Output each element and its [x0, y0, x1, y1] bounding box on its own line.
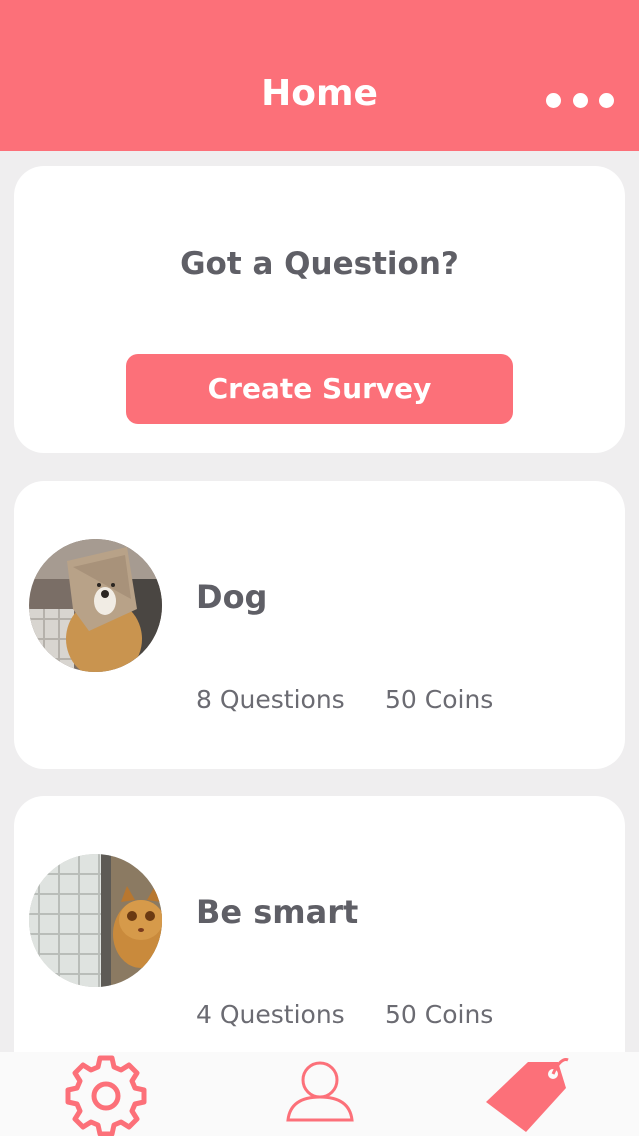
ellipsis-icon — [546, 92, 561, 108]
tag-icon — [486, 1058, 569, 1132]
survey-avatar-dog — [29, 539, 162, 672]
survey-question-count: 8 Questions — [196, 685, 345, 714]
gear-icon — [65, 1055, 147, 1136]
person-icon — [286, 1061, 354, 1122]
tab-tags[interactable] — [476, 1052, 576, 1136]
ellipsis-icon — [599, 92, 614, 108]
survey-avatar-cat — [29, 854, 162, 987]
create-survey-button[interactable]: Create Survey — [126, 354, 513, 424]
tab-settings[interactable] — [60, 1052, 152, 1136]
tab-profile[interactable] — [274, 1052, 366, 1136]
survey-title: Dog — [196, 578, 268, 616]
ellipsis-icon — [572, 92, 588, 108]
survey-card[interactable]: Be smart 4 Questions 50 Coins — [14, 796, 625, 1084]
survey-title: Be smart — [196, 893, 359, 931]
bottom-tab-bar — [0, 1052, 639, 1136]
survey-card[interactable]: Dog 8 Questions 50 Coins — [14, 481, 625, 769]
survey-coins: 50 Coins — [385, 685, 494, 714]
header-bar: Home — [0, 0, 639, 151]
question-card: Got a Question? Create Survey — [14, 166, 625, 453]
more-options-button[interactable] — [540, 82, 620, 118]
survey-question-count: 4 Questions — [196, 1000, 345, 1029]
survey-coins: 50 Coins — [385, 1000, 494, 1029]
question-card-title: Got a Question? — [180, 246, 459, 282]
